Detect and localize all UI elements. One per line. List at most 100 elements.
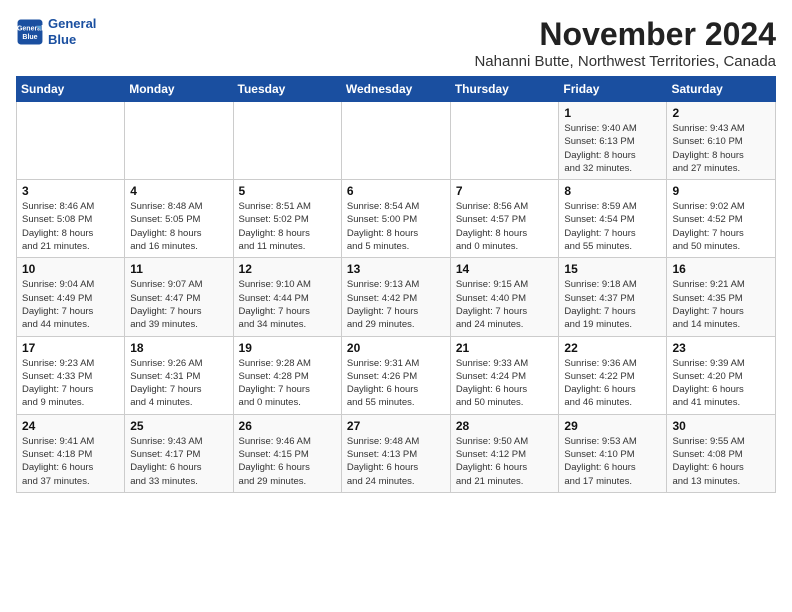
calendar-cell: 14Sunrise: 9:15 AM Sunset: 4:40 PM Dayli…: [450, 258, 559, 336]
calendar-cell: 22 Sunrise: 9:36 AM Sunset: 4:22 PM Dayli…: [559, 336, 667, 414]
calendar-cell: [125, 102, 233, 180]
day-info: Sunrise: 9:18 AM Sunset: 4:37 PM Dayligh…: [564, 278, 661, 331]
day-number: 20: [347, 341, 445, 355]
weekday-header-sunday: Sunday: [17, 77, 125, 102]
calendar-cell: 7Sunrise: 8:56 AM Sunset: 4:57 PM Daylig…: [450, 180, 559, 258]
day-number: 29: [564, 419, 661, 433]
weekday-header-friday: Friday: [559, 77, 667, 102]
calendar-cell: 1 Sunrise: 9:40 AM Sunset: 6:13 PM Daylig…: [559, 102, 667, 180]
day-info: Sunrise: 8:48 AM Sunset: 5:05 PM Dayligh…: [130, 200, 227, 253]
day-number: 18: [130, 341, 227, 355]
calendar-cell: 20 Sunrise: 9:31 AM Sunset: 4:26 PM Dayli…: [341, 336, 450, 414]
calendar-cell: 10 Sunrise: 9:04 AM Sunset: 4:49 PM Dayli…: [17, 258, 125, 336]
calendar-cell: 19Sunrise: 9:28 AM Sunset: 4:28 PM Dayli…: [233, 336, 341, 414]
calendar-cell: [450, 102, 559, 180]
location-subtitle: Nahanni Butte, Northwest Territories, Ca…: [474, 53, 776, 70]
day-info: Sunrise: 9:31 AM Sunset: 4:26 PM Dayligh…: [347, 357, 445, 410]
day-info: Sunrise: 9:36 AM Sunset: 4:22 PM Dayligh…: [564, 357, 661, 410]
calendar-cell: 5Sunrise: 8:51 AM Sunset: 5:02 PM Daylig…: [233, 180, 341, 258]
day-number: 12: [239, 262, 336, 276]
day-info: Sunrise: 9:39 AM Sunset: 4:20 PM Dayligh…: [672, 357, 770, 410]
day-info: Sunrise: 8:54 AM Sunset: 5:00 PM Dayligh…: [347, 200, 445, 253]
calendar-cell: 21Sunrise: 9:33 AM Sunset: 4:24 PM Dayli…: [450, 336, 559, 414]
calendar-cell: 9 Sunrise: 9:02 AM Sunset: 4:52 PM Daylig…: [667, 180, 776, 258]
calendar-cell: 4 Sunrise: 8:48 AM Sunset: 5:05 PM Daylig…: [125, 180, 233, 258]
day-number: 28: [456, 419, 554, 433]
calendar-cell: [233, 102, 341, 180]
calendar: SundayMondayTuesdayWednesdayThursdayFrid…: [16, 76, 776, 493]
calendar-cell: 13Sunrise: 9:13 AM Sunset: 4:42 PM Dayli…: [341, 258, 450, 336]
day-info: Sunrise: 9:33 AM Sunset: 4:24 PM Dayligh…: [456, 357, 554, 410]
weekday-header-row: SundayMondayTuesdayWednesdayThursdayFrid…: [17, 77, 776, 102]
day-number: 10: [22, 262, 119, 276]
calendar-cell: 27 Sunrise: 9:48 AM Sunset: 4:13 PM Dayli…: [341, 414, 450, 492]
day-info: Sunrise: 9:55 AM Sunset: 4:08 PM Dayligh…: [672, 435, 770, 488]
day-number: 23: [672, 341, 770, 355]
calendar-cell: 24 Sunrise: 9:41 AM Sunset: 4:18 PM Dayli…: [17, 414, 125, 492]
day-number: 22: [564, 341, 661, 355]
day-number: 27: [347, 419, 445, 433]
day-info: Sunrise: 9:50 AM Sunset: 4:12 PM Dayligh…: [456, 435, 554, 488]
calendar-week-2: 3 Sunrise: 8:46 AM Sunset: 5:08 PM Daylig…: [17, 180, 776, 258]
weekday-header-thursday: Thursday: [450, 77, 559, 102]
day-info: Sunrise: 9:48 AM Sunset: 4:13 PM Dayligh…: [347, 435, 445, 488]
day-info: Sunrise: 9:53 AM Sunset: 4:10 PM Dayligh…: [564, 435, 661, 488]
calendar-cell: 12 Sunrise: 9:10 AM Sunset: 4:44 PM Dayli…: [233, 258, 341, 336]
day-info: Sunrise: 8:46 AM Sunset: 5:08 PM Dayligh…: [22, 200, 119, 253]
day-info: Sunrise: 9:40 AM Sunset: 6:13 PM Dayligh…: [564, 122, 661, 175]
calendar-body: 1 Sunrise: 9:40 AM Sunset: 6:13 PM Daylig…: [17, 102, 776, 493]
day-info: Sunrise: 8:56 AM Sunset: 4:57 PM Dayligh…: [456, 200, 554, 253]
day-number: 25: [130, 419, 227, 433]
calendar-week-1: 1 Sunrise: 9:40 AM Sunset: 6:13 PM Daylig…: [17, 102, 776, 180]
calendar-cell: 29 Sunrise: 9:53 AM Sunset: 4:10 PM Dayli…: [559, 414, 667, 492]
svg-text:Blue: Blue: [22, 34, 37, 41]
calendar-cell: [341, 102, 450, 180]
calendar-cell: 28 Sunrise: 9:50 AM Sunset: 4:12 PM Dayli…: [450, 414, 559, 492]
calendar-cell: 8 Sunrise: 8:59 AM Sunset: 4:54 PM Daylig…: [559, 180, 667, 258]
title-area: November 2024 Nahanni Butte, Northwest T…: [474, 16, 776, 70]
day-info: Sunrise: 8:59 AM Sunset: 4:54 PM Dayligh…: [564, 200, 661, 253]
month-title: November 2024: [474, 16, 776, 53]
calendar-cell: 30 Sunrise: 9:55 AM Sunset: 4:08 PM Dayli…: [667, 414, 776, 492]
day-number: 3: [22, 184, 119, 198]
calendar-header: SundayMondayTuesdayWednesdayThursdayFrid…: [17, 77, 776, 102]
calendar-cell: 6 Sunrise: 8:54 AM Sunset: 5:00 PM Daylig…: [341, 180, 450, 258]
calendar-week-3: 10 Sunrise: 9:04 AM Sunset: 4:49 PM Dayli…: [17, 258, 776, 336]
calendar-cell: 11Sunrise: 9:07 AM Sunset: 4:47 PM Dayli…: [125, 258, 233, 336]
day-info: Sunrise: 8:51 AM Sunset: 5:02 PM Dayligh…: [239, 200, 336, 253]
day-info: Sunrise: 9:02 AM Sunset: 4:52 PM Dayligh…: [672, 200, 770, 253]
day-number: 9: [672, 184, 770, 198]
day-info: Sunrise: 9:41 AM Sunset: 4:18 PM Dayligh…: [22, 435, 119, 488]
day-info: Sunrise: 9:04 AM Sunset: 4:49 PM Dayligh…: [22, 278, 119, 331]
calendar-cell: 3 Sunrise: 8:46 AM Sunset: 5:08 PM Daylig…: [17, 180, 125, 258]
calendar-week-5: 24 Sunrise: 9:41 AM Sunset: 4:18 PM Dayli…: [17, 414, 776, 492]
day-number: 8: [564, 184, 661, 198]
logo-text: General Blue: [48, 16, 96, 47]
day-info: Sunrise: 9:23 AM Sunset: 4:33 PM Dayligh…: [22, 357, 119, 410]
day-number: 24: [22, 419, 119, 433]
calendar-cell: 25 Sunrise: 9:43 AM Sunset: 4:17 PM Dayli…: [125, 414, 233, 492]
calendar-cell: 18Sunrise: 9:26 AM Sunset: 4:31 PM Dayli…: [125, 336, 233, 414]
day-number: 17: [22, 341, 119, 355]
weekday-header-monday: Monday: [125, 77, 233, 102]
day-info: Sunrise: 9:07 AM Sunset: 4:47 PM Dayligh…: [130, 278, 227, 331]
header: General Blue General Blue November 2024 …: [16, 16, 776, 70]
day-number: 6: [347, 184, 445, 198]
day-number: 30: [672, 419, 770, 433]
day-info: Sunrise: 9:43 AM Sunset: 4:17 PM Dayligh…: [130, 435, 227, 488]
weekday-header-tuesday: Tuesday: [233, 77, 341, 102]
day-number: 2: [672, 106, 770, 120]
day-number: 1: [564, 106, 661, 120]
calendar-cell: [17, 102, 125, 180]
day-info: Sunrise: 9:10 AM Sunset: 4:44 PM Dayligh…: [239, 278, 336, 331]
day-info: Sunrise: 9:43 AM Sunset: 6:10 PM Dayligh…: [672, 122, 770, 175]
day-info: Sunrise: 9:28 AM Sunset: 4:28 PM Dayligh…: [239, 357, 336, 410]
day-number: 16: [672, 262, 770, 276]
calendar-cell: 17 Sunrise: 9:23 AM Sunset: 4:33 PM Dayli…: [17, 336, 125, 414]
weekday-header-wednesday: Wednesday: [341, 77, 450, 102]
calendar-cell: 23 Sunrise: 9:39 AM Sunset: 4:20 PM Dayli…: [667, 336, 776, 414]
calendar-cell: 26Sunrise: 9:46 AM Sunset: 4:15 PM Dayli…: [233, 414, 341, 492]
day-number: 4: [130, 184, 227, 198]
day-number: 15: [564, 262, 661, 276]
day-info: Sunrise: 9:46 AM Sunset: 4:15 PM Dayligh…: [239, 435, 336, 488]
